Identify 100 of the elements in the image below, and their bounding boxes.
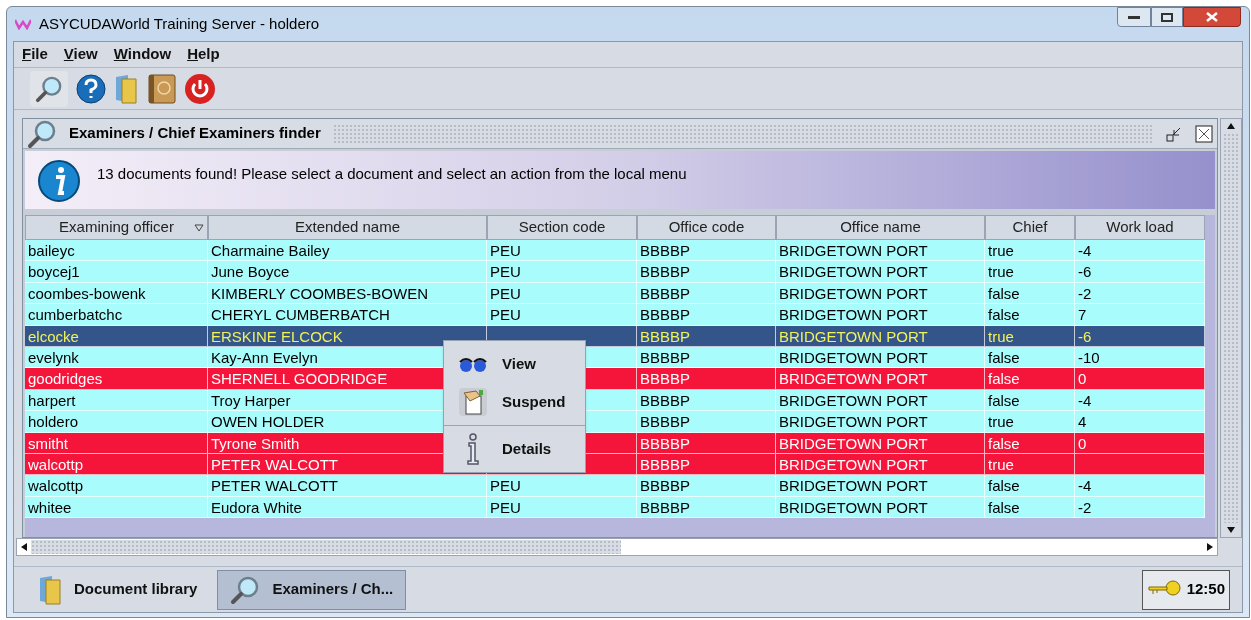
magnifier-icon — [230, 574, 261, 605]
vertical-scrollbar[interactable] — [1220, 118, 1242, 538]
scroll-left-icon[interactable] — [20, 543, 28, 551]
scroll-down-icon[interactable] — [1227, 526, 1235, 534]
maximize-frame-icon[interactable] — [1195, 124, 1213, 143]
column-header[interactable]: Chief — [985, 215, 1075, 240]
table-row[interactable]: cumberbatchc CHERYL CUMBERBATCH PEU BBBBP BRIDGETOWN PORT false 7 — [25, 304, 1205, 326]
table-cell: -6 — [1078, 327, 1092, 345]
table-row[interactable]: walcottp PETER WALCOTT PEU BBBBP BRIDGETOWN PORT false -4 — [25, 475, 1205, 497]
table-cell: -2 — [1078, 284, 1092, 302]
table-cell: BBBBP — [640, 263, 691, 281]
table-cell: BBBBP — [640, 348, 691, 366]
table-cell: false — [988, 434, 1020, 452]
table-cell: Kay-Ann Evelyn — [211, 348, 318, 366]
table-cell: BRIDGETOWN PORT — [779, 348, 928, 366]
taskbar-button[interactable]: Document library — [26, 569, 210, 610]
table-cell: BRIDGETOWN PORT — [779, 455, 928, 473]
table-cell: PETER WALCOTT — [211, 455, 338, 473]
table-cell: false — [988, 284, 1020, 302]
power-icon[interactable] — [184, 72, 216, 105]
horizontal-scrollbar[interactable] — [16, 538, 1218, 556]
table-cell: -2 — [1078, 498, 1092, 516]
table-cell: Eudora White — [211, 498, 302, 516]
taskbar-button[interactable]: Examiners / Ch... — [217, 569, 407, 610]
table-cell: 0 — [1078, 370, 1087, 388]
table-cell: Troy Harper — [211, 391, 291, 409]
table-cell: -6 — [1078, 263, 1092, 281]
table-cell: PETER WALCOTT — [211, 477, 338, 495]
table-cell: BRIDGETOWN PORT — [779, 434, 928, 452]
table-cell: CHERYL CUMBERBATCH — [211, 306, 390, 324]
table-cell: false — [988, 348, 1020, 366]
scroll-right-icon[interactable] — [1206, 543, 1214, 551]
table-cell: BRIDGETOWN PORT — [779, 498, 928, 516]
table-row[interactable]: coombes-bowenk KIMBERLY COOMBES-BOWEN PEU BBBBP BRIDGETOWN PORT false -2 — [25, 282, 1205, 305]
table-cell: false — [988, 498, 1020, 516]
table-cell: BBBBP — [640, 306, 691, 324]
table-row[interactable]: whitee Eudora White PEU BBBBP BRIDGETOWN PORT false -2 — [25, 496, 1205, 519]
table-cell: 4 — [1078, 413, 1087, 431]
table-cell: ERSKINE ELCOCK — [211, 327, 343, 345]
table-cell: cumberbatchc — [28, 306, 123, 324]
column-header[interactable]: Examining officer — [25, 215, 208, 240]
table-cell: BRIDGETOWN PORT — [779, 263, 928, 281]
close-button[interactable] — [1183, 7, 1241, 27]
table-cell: baileyc — [28, 242, 75, 259]
table-cell: BRIDGETOWN PORT — [779, 242, 928, 259]
table-row[interactable]: boycej1 June Boyce PEU BBBBP BRIDGETOWN PORT true -6 — [25, 261, 1205, 283]
table-cell: false — [988, 391, 1020, 409]
scroll-up-icon[interactable] — [1227, 122, 1235, 130]
table-cell: BBBBP — [640, 434, 691, 452]
close-icon — [1206, 12, 1218, 22]
window-title: ASYCUDAWorld Training Server - holdero — [39, 13, 320, 34]
scroll-thumb[interactable] — [31, 540, 621, 554]
table-cell: PEU — [490, 242, 521, 259]
table-cell: BRIDGETOWN PORT — [779, 306, 928, 324]
table-cell: BBBBP — [640, 498, 691, 516]
table-cell: PEU — [490, 477, 521, 495]
table-cell: -10 — [1078, 348, 1100, 366]
table-cell: holdero — [28, 413, 79, 431]
table-cell: harpert — [28, 391, 76, 409]
search-button[interactable] — [30, 70, 68, 107]
column-header[interactable]: Extended name — [208, 215, 487, 240]
table-cell: BBBBP — [640, 455, 691, 473]
column-header[interactable]: Office code — [637, 215, 776, 240]
address-book-icon[interactable] — [145, 72, 177, 105]
menu-item[interactable]: File — [22, 43, 48, 66]
column-header[interactable]: Office name — [776, 215, 985, 240]
maximize-button[interactable] — [1151, 7, 1183, 27]
table-cell: BBBBP — [640, 477, 691, 495]
minimize-button[interactable] — [1117, 7, 1151, 27]
table-cell: BRIDGETOWN PORT — [779, 413, 928, 431]
help-icon[interactable] — [75, 72, 107, 105]
table-cell: BRIDGETOWN PORT — [779, 391, 928, 409]
table-cell: boycej1 — [28, 263, 80, 281]
table-cell: BBBBP — [640, 391, 691, 409]
magnifier-icon — [35, 74, 63, 103]
table-cell: -4 — [1078, 242, 1092, 259]
column-header[interactable]: Work load — [1075, 215, 1205, 240]
table-cell: 7 — [1078, 306, 1087, 324]
table-cell: BBBBP — [640, 327, 691, 345]
table-cell: false — [988, 477, 1020, 495]
table-cell: BRIDGETOWN PORT — [779, 284, 928, 302]
table-cell: OWEN HOLDER — [211, 413, 325, 431]
column-header[interactable]: Section code — [487, 215, 637, 240]
hand-document-icon — [458, 387, 488, 417]
menu-item[interactable]: Window — [113, 43, 172, 66]
table-row[interactable]: baileyc Charmaine Bailey PEU BBBBP BRIDGETOWN PORT true -4 — [25, 240, 1205, 262]
table-cell: BBBBP — [640, 284, 691, 302]
table-cell: smitht — [28, 434, 68, 452]
info-icon — [37, 159, 81, 203]
menu-item[interactable]: Help — [187, 43, 220, 66]
table-cell: PEU — [490, 284, 521, 302]
table-cell: BRIDGETOWN PORT — [779, 327, 928, 345]
table-cell: PEU — [490, 306, 521, 324]
table-cell: 0 — [1078, 434, 1087, 452]
app-logo-icon — [15, 18, 31, 30]
table-cell: false — [988, 370, 1020, 388]
table-cell: -4 — [1078, 391, 1092, 409]
table-cell: evelynk — [28, 348, 79, 366]
table-cell: BRIDGETOWN PORT — [779, 370, 928, 388]
menu-item[interactable]: View — [63, 43, 98, 66]
